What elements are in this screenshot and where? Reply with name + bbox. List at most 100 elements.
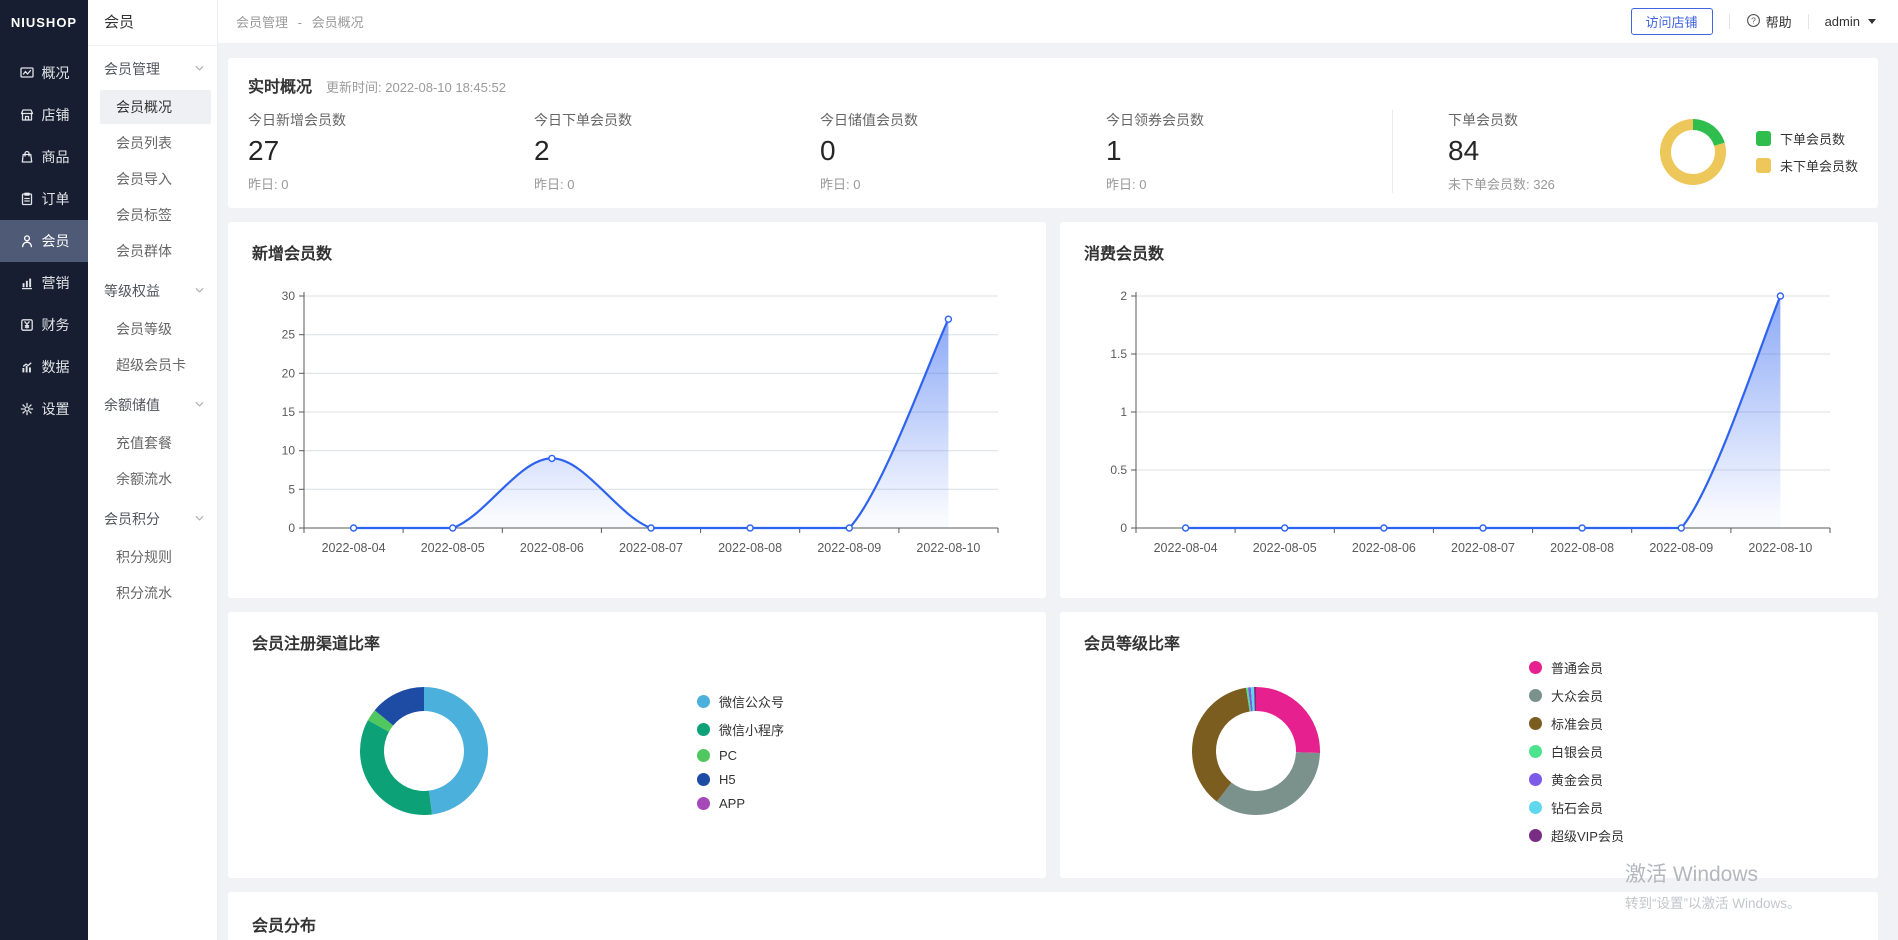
sidebar-item-label: 概况: [42, 63, 70, 83]
legend-swatch: [1529, 829, 1542, 842]
sidebar-item-label: 会员: [42, 231, 70, 251]
breadcrumb: 会员管理 - 会员概况: [236, 12, 1631, 31]
menu-item-member-tags[interactable]: 会员标签: [100, 198, 211, 232]
breadcrumb-parent[interactable]: 会员管理: [236, 15, 288, 30]
svg-text:2022-08-09: 2022-08-09: [817, 541, 881, 555]
legend-item[interactable]: 微信小程序: [697, 720, 784, 739]
legend-item[interactable]: 黄金会员: [1529, 770, 1624, 789]
svg-text:2022-08-05: 2022-08-05: [421, 541, 485, 555]
svg-text:2022-08-10: 2022-08-10: [916, 541, 980, 555]
finance-icon: [19, 317, 35, 333]
menu-group-level-benefits[interactable]: 等级权益: [88, 272, 217, 310]
menu-item-points-rules[interactable]: 积分规则: [100, 540, 211, 574]
order-donut-legend: 下单会员数未下单会员数: [1756, 121, 1858, 183]
svg-text:1: 1: [1120, 405, 1127, 419]
sidebar-item-label: 商品: [42, 147, 70, 167]
menu-group-points[interactable]: 会员积分: [88, 500, 217, 538]
sidebar-item-shop[interactable]: 店铺: [0, 94, 88, 136]
chevron-down-icon: [194, 283, 205, 299]
svg-text:2022-08-06: 2022-08-06: [520, 541, 584, 555]
legend-swatch: [1529, 773, 1542, 786]
legend-swatch: [697, 773, 710, 786]
legend-item[interactable]: 微信公众号: [697, 692, 784, 711]
svg-text:0: 0: [288, 521, 295, 535]
svg-text:?: ?: [1751, 15, 1756, 25]
stat-order-members: 下单会员数 84 未下单会员数: 326: [1448, 110, 1658, 193]
breadcrumb-current: 会员概况: [312, 15, 364, 30]
question-circle-icon: ?: [1746, 13, 1761, 31]
sidebar-item-goods[interactable]: 商品: [0, 136, 88, 178]
svg-text:5: 5: [288, 482, 295, 496]
member-icon: [19, 233, 35, 249]
sidebar-item-members[interactable]: 会员: [0, 220, 88, 262]
legend-item[interactable]: 未下单会员数: [1756, 156, 1858, 175]
main-area: 会员管理 - 会员概况 访问店铺 ? 帮助 admin 实时概况 更新时间: 2…: [218, 0, 1898, 940]
legend-item[interactable]: 大众会员: [1529, 686, 1624, 705]
legend-item[interactable]: PC: [697, 748, 784, 763]
sidebar-item-settings[interactable]: 设置: [0, 388, 88, 430]
marketing-icon: [19, 275, 35, 291]
caret-down-icon: [1868, 19, 1876, 24]
menu-item-member-list[interactable]: 会员列表: [100, 126, 211, 160]
legend-item[interactable]: 超级VIP会员: [1529, 826, 1624, 845]
legend-item[interactable]: 白银会员: [1529, 742, 1624, 761]
chart-title: 会员注册渠道比率: [252, 630, 1022, 654]
sidebar-item-label: 设置: [42, 399, 70, 419]
chevron-down-icon: [194, 397, 205, 413]
legend-swatch: [697, 695, 710, 708]
help-label: 帮助: [1766, 12, 1792, 31]
svg-text:1.5: 1.5: [1110, 347, 1127, 361]
legend-swatch: [1529, 689, 1542, 702]
sidebar-item-finance[interactable]: 财务: [0, 304, 88, 346]
menu-item-member-overview[interactable]: 会员概况: [100, 90, 211, 124]
order-icon: [19, 191, 35, 207]
menu-item-member-groups[interactable]: 会员群体: [100, 234, 211, 268]
legend-item[interactable]: 标准会员: [1529, 714, 1624, 733]
help-menu[interactable]: ? 帮助: [1746, 12, 1792, 31]
menu-group-balance[interactable]: 余额储值: [88, 386, 217, 424]
menu-item-member-level[interactable]: 会员等级: [100, 312, 211, 346]
sidebar-item-orders[interactable]: 订单: [0, 178, 88, 220]
menu-group-member-management[interactable]: 会员管理: [88, 50, 217, 88]
legend-item[interactable]: 下单会员数: [1756, 129, 1858, 148]
consume-members-area-chart: 00.511.522022-08-042022-08-052022-08-062…: [1084, 280, 1854, 585]
legend-item[interactable]: H5: [697, 772, 784, 787]
menu-item-points-flow[interactable]: 积分流水: [100, 576, 211, 610]
stat-order-members-today: 今日下单会员数 2 昨日: 0: [534, 110, 820, 193]
svg-text:0.5: 0.5: [1110, 463, 1127, 477]
legend-item[interactable]: APP: [697, 796, 784, 811]
sidebar-item-data[interactable]: 数据: [0, 346, 88, 388]
member-distribution-card: 会员分布: [228, 892, 1878, 940]
legend-item[interactable]: 钻石会员: [1529, 798, 1624, 817]
chart-title: 会员等级比率: [1084, 630, 1854, 654]
user-menu[interactable]: admin: [1825, 14, 1876, 29]
legend-swatch: [697, 723, 710, 736]
legend-swatch: [1756, 158, 1771, 173]
settings-icon: [19, 401, 35, 417]
register-channel-card: 会员注册渠道比率 微信公众号微信小程序 PC H5 APP: [228, 612, 1046, 878]
menu-item-balance-flow[interactable]: 余额流水: [100, 462, 211, 496]
menu-item-member-import[interactable]: 会员导入: [100, 162, 211, 196]
menu-item-recharge-package[interactable]: 充值套餐: [100, 426, 211, 460]
sidebar-item-overview[interactable]: 概况: [0, 52, 88, 94]
chevron-down-icon: [194, 61, 205, 77]
shop-icon: [19, 107, 35, 123]
visit-shop-button[interactable]: 访问店铺: [1631, 8, 1713, 35]
svg-text:20: 20: [282, 366, 296, 380]
new-members-chart-card: 新增会员数 0510152025302022-08-042022-08-0520…: [228, 222, 1046, 598]
legend-swatch: [697, 797, 710, 810]
app-logo: NIUSHOP: [0, 0, 88, 46]
legend-swatch: [1529, 717, 1542, 730]
menu-item-super-member-card[interactable]: 超级会员卡: [100, 348, 211, 382]
chart-title: 消费会员数: [1084, 240, 1854, 264]
member-level-card: 会员等级比率 普通会员大众会员标准会员白银会员黄金会员钻石会员超级VIP会员: [1060, 612, 1878, 878]
svg-text:30: 30: [282, 289, 296, 303]
sidebar-item-label: 订单: [42, 189, 70, 209]
consume-members-chart-card: 消费会员数 00.511.522022-08-042022-08-052022-…: [1060, 222, 1878, 598]
svg-text:2022-08-09: 2022-08-09: [1649, 541, 1713, 555]
legend-item[interactable]: 普通会员: [1529, 658, 1624, 677]
chart-title: 新增会员数: [252, 240, 1022, 264]
svg-text:2022-08-08: 2022-08-08: [1550, 541, 1614, 555]
sidebar-item-marketing[interactable]: 营销: [0, 262, 88, 304]
secondary-sidebar: 会员 会员管理 会员概况 会员列表 会员导入 会员标签 会员群体 等级权益 会员…: [88, 0, 218, 940]
